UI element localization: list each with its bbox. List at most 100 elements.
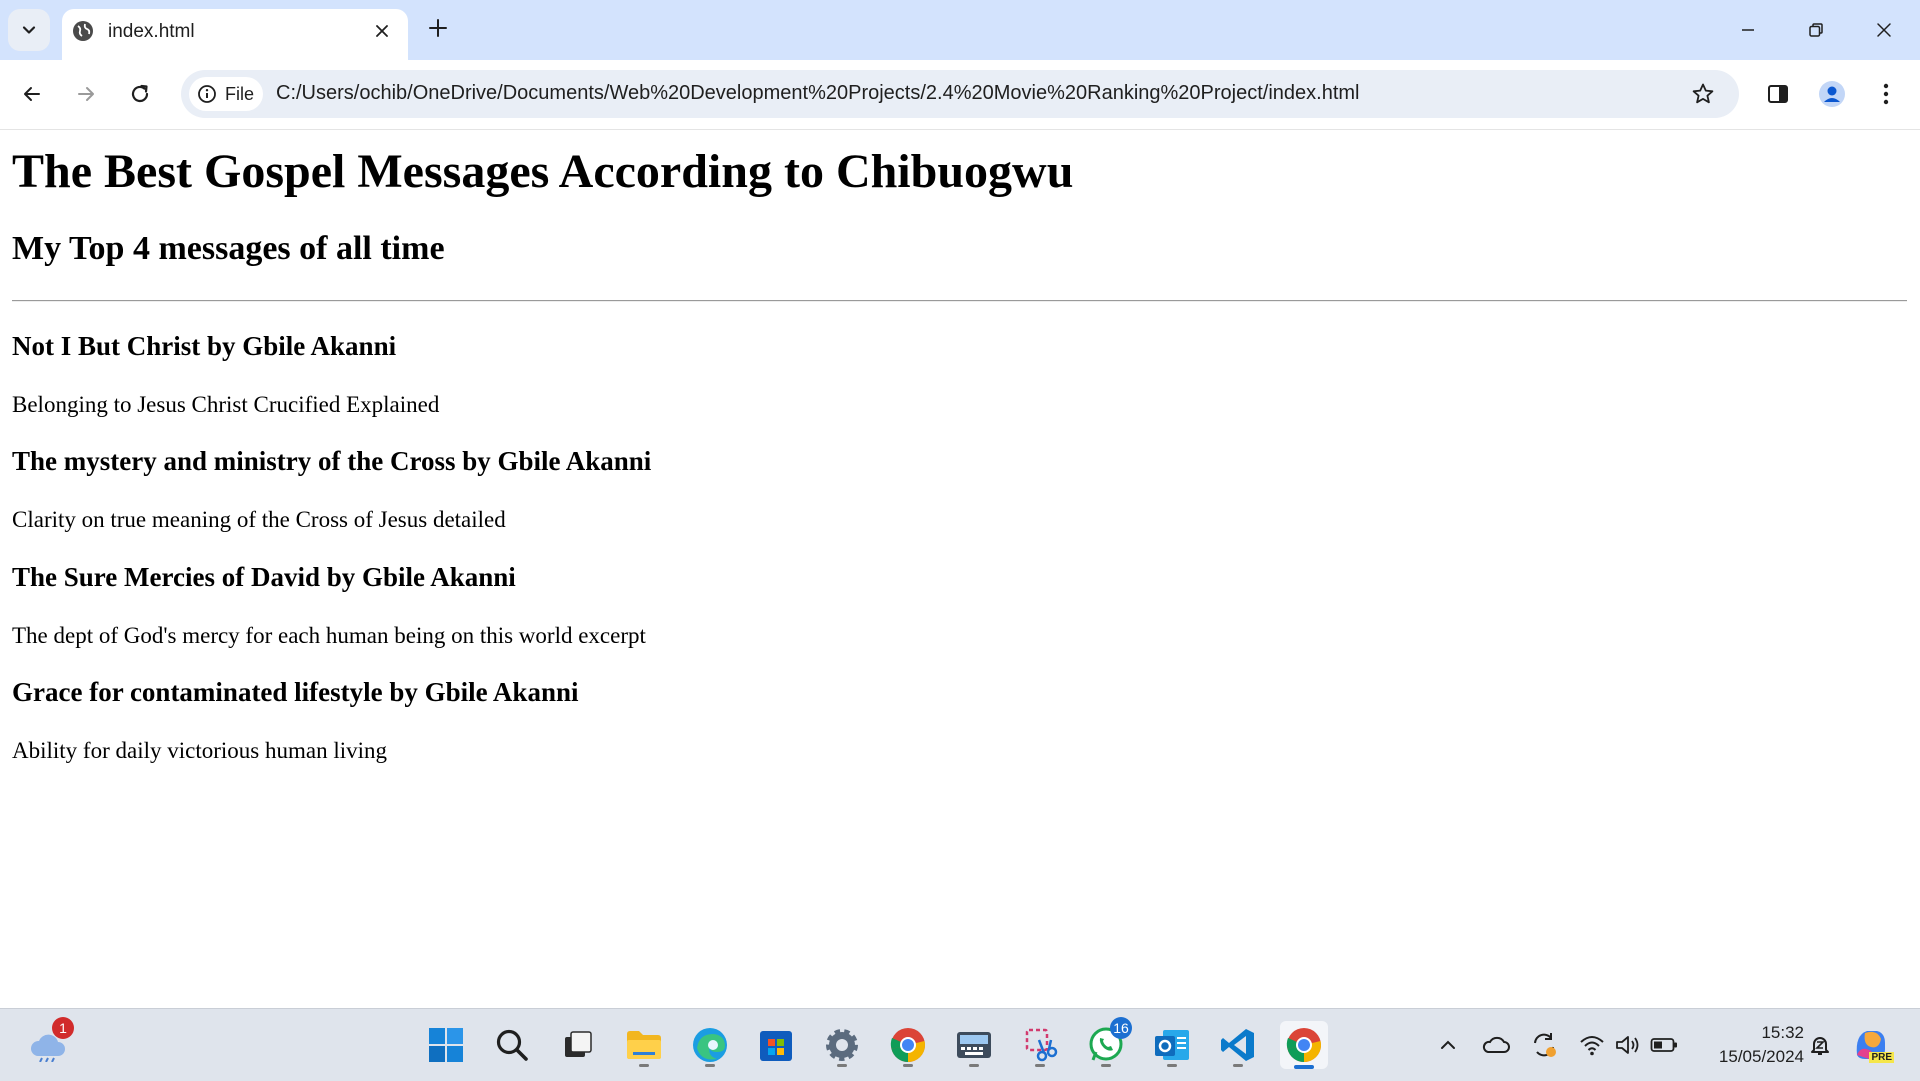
message-description: Clarity on true meaning of the Cross of … [12, 507, 506, 532]
restore-icon [1809, 23, 1823, 37]
onedrive-cloud-icon [1482, 1036, 1510, 1053]
running-indicator [903, 1064, 913, 1067]
chrome-active-button[interactable] [1280, 1021, 1328, 1069]
clock-time: 15:32 [1761, 1023, 1804, 1042]
taskbar: 1 16 15:32 15/05/2024 PRE [0, 1008, 1920, 1081]
bell-icon [1811, 1037, 1829, 1055]
avatar-icon [1819, 81, 1845, 107]
message-title: The mystery and ministry of the Cross by… [12, 446, 652, 476]
more-vertical-icon [1883, 83, 1889, 105]
chrome-button[interactable] [884, 1021, 932, 1069]
keyboard-app-icon [957, 1032, 991, 1058]
clock-date: 15/05/2024 [1718, 1047, 1804, 1066]
side-panel-button[interactable] [1760, 76, 1796, 112]
gear-icon [826, 1029, 858, 1061]
task-view-icon [565, 1031, 592, 1057]
back-button[interactable] [14, 76, 50, 112]
running-indicator [837, 1064, 847, 1067]
browser-toolbar: File C:/Users/ochib/OneDrive/Documents/W… [0, 60, 1920, 130]
divider [12, 300, 1907, 302]
profile-button[interactable] [1814, 76, 1850, 112]
minimize-button[interactable] [1730, 12, 1766, 48]
active-indicator [1294, 1065, 1314, 1069]
running-indicator [1101, 1064, 1111, 1067]
onedrive-button[interactable] [1482, 1031, 1510, 1059]
settings-button[interactable] [818, 1021, 866, 1069]
speaker-icon [1616, 1036, 1639, 1054]
copilot-button[interactable]: PRE [1846, 1021, 1896, 1069]
volume-button[interactable] [1614, 1031, 1642, 1059]
store-button[interactable] [752, 1021, 800, 1069]
message-description: Belonging to Jesus Christ Crucified Expl… [12, 392, 440, 417]
running-indicator [1167, 1064, 1177, 1067]
wifi-button[interactable] [1578, 1031, 1606, 1059]
bookmark-button[interactable] [1689, 80, 1717, 108]
tab-title: index.html [108, 21, 195, 42]
message-description: The dept of God's mercy for each human b… [12, 623, 646, 648]
menu-button[interactable] [1868, 76, 1904, 112]
vscode-button[interactable] [1214, 1021, 1262, 1069]
close-icon [376, 25, 388, 37]
taskbar-search-button[interactable] [488, 1021, 536, 1069]
chevron-down-icon [22, 26, 36, 34]
close-icon [1877, 23, 1891, 37]
keyboard-app-button[interactable] [950, 1021, 998, 1069]
show-hidden-icons-button[interactable] [1434, 1031, 1462, 1059]
star-icon [1692, 83, 1714, 104]
new-tab-button[interactable] [424, 14, 452, 42]
arrow-left-icon [24, 87, 40, 101]
task-view-button[interactable] [554, 1021, 602, 1069]
running-indicator [705, 1064, 715, 1067]
edge-icon [693, 1028, 727, 1062]
sync-status-button[interactable] [1530, 1031, 1558, 1059]
tab-search-button[interactable] [8, 9, 50, 51]
windows-start-icon [429, 1028, 463, 1062]
snipping-tool-button[interactable] [1016, 1021, 1064, 1069]
url-text[interactable]: C:/Users/ochib/OneDrive/Documents/Web%20… [276, 82, 1360, 105]
message-title: Grace for contaminated lifestyle by Gbil… [12, 677, 579, 707]
scissors-icon [1025, 1028, 1058, 1062]
chevron-up-icon [1441, 1040, 1455, 1049]
site-info-chip[interactable]: File [189, 77, 263, 111]
edge-button[interactable] [686, 1021, 734, 1069]
page-title: The Best Gospel Messages According to Ch… [12, 145, 1074, 198]
weather-widget[interactable]: 1 [24, 1017, 74, 1069]
tab-strip: index.html [0, 0, 1920, 60]
outlook-button[interactable] [1148, 1021, 1196, 1069]
address-bar[interactable]: File C:/Users/ochib/OneDrive/Documents/W… [181, 70, 1739, 118]
copilot-pre-label: PRE [1869, 1052, 1894, 1063]
reload-button[interactable] [122, 76, 158, 112]
battery-icon [1650, 1038, 1677, 1052]
site-chip-label: File [225, 83, 255, 104]
whatsapp-button[interactable]: 16 [1082, 1017, 1132, 1069]
tab-index-html[interactable]: index.html [62, 9, 408, 60]
notification-badge: 16 [1110, 1017, 1132, 1039]
folder-icon [627, 1031, 661, 1059]
page-subtitle: My Top 4 messages of all time [12, 230, 445, 267]
close-window-button[interactable] [1866, 12, 1902, 48]
notifications-button[interactable] [1806, 1031, 1834, 1059]
globe-icon [73, 21, 93, 41]
clock[interactable]: 15:32 15/05/2024 [1694, 1021, 1804, 1069]
running-indicator [639, 1064, 649, 1067]
message-description: Ability for daily victorious human livin… [12, 738, 387, 763]
notification-badge: 1 [52, 1017, 74, 1039]
restore-button[interactable] [1798, 12, 1834, 48]
wifi-icon [1580, 1036, 1604, 1056]
tab-close-button[interactable] [370, 19, 394, 43]
file-explorer-button[interactable] [620, 1021, 668, 1069]
message-title: The Sure Mercies of David by Gbile Akann… [12, 562, 516, 592]
forward-button[interactable] [68, 76, 104, 112]
message-title: Not I But Christ by Gbile Akanni [12, 331, 397, 361]
info-icon [198, 85, 216, 103]
outlook-icon [1155, 1030, 1189, 1060]
vscode-icon [1221, 1029, 1254, 1061]
arrow-right-icon [78, 87, 94, 101]
sync-icon [1534, 1033, 1556, 1057]
running-indicator [1233, 1064, 1243, 1067]
store-icon [760, 1031, 792, 1061]
search-icon [496, 1029, 528, 1061]
battery-button[interactable] [1650, 1031, 1678, 1059]
start-button[interactable] [422, 1021, 470, 1069]
running-indicator [969, 1064, 979, 1067]
